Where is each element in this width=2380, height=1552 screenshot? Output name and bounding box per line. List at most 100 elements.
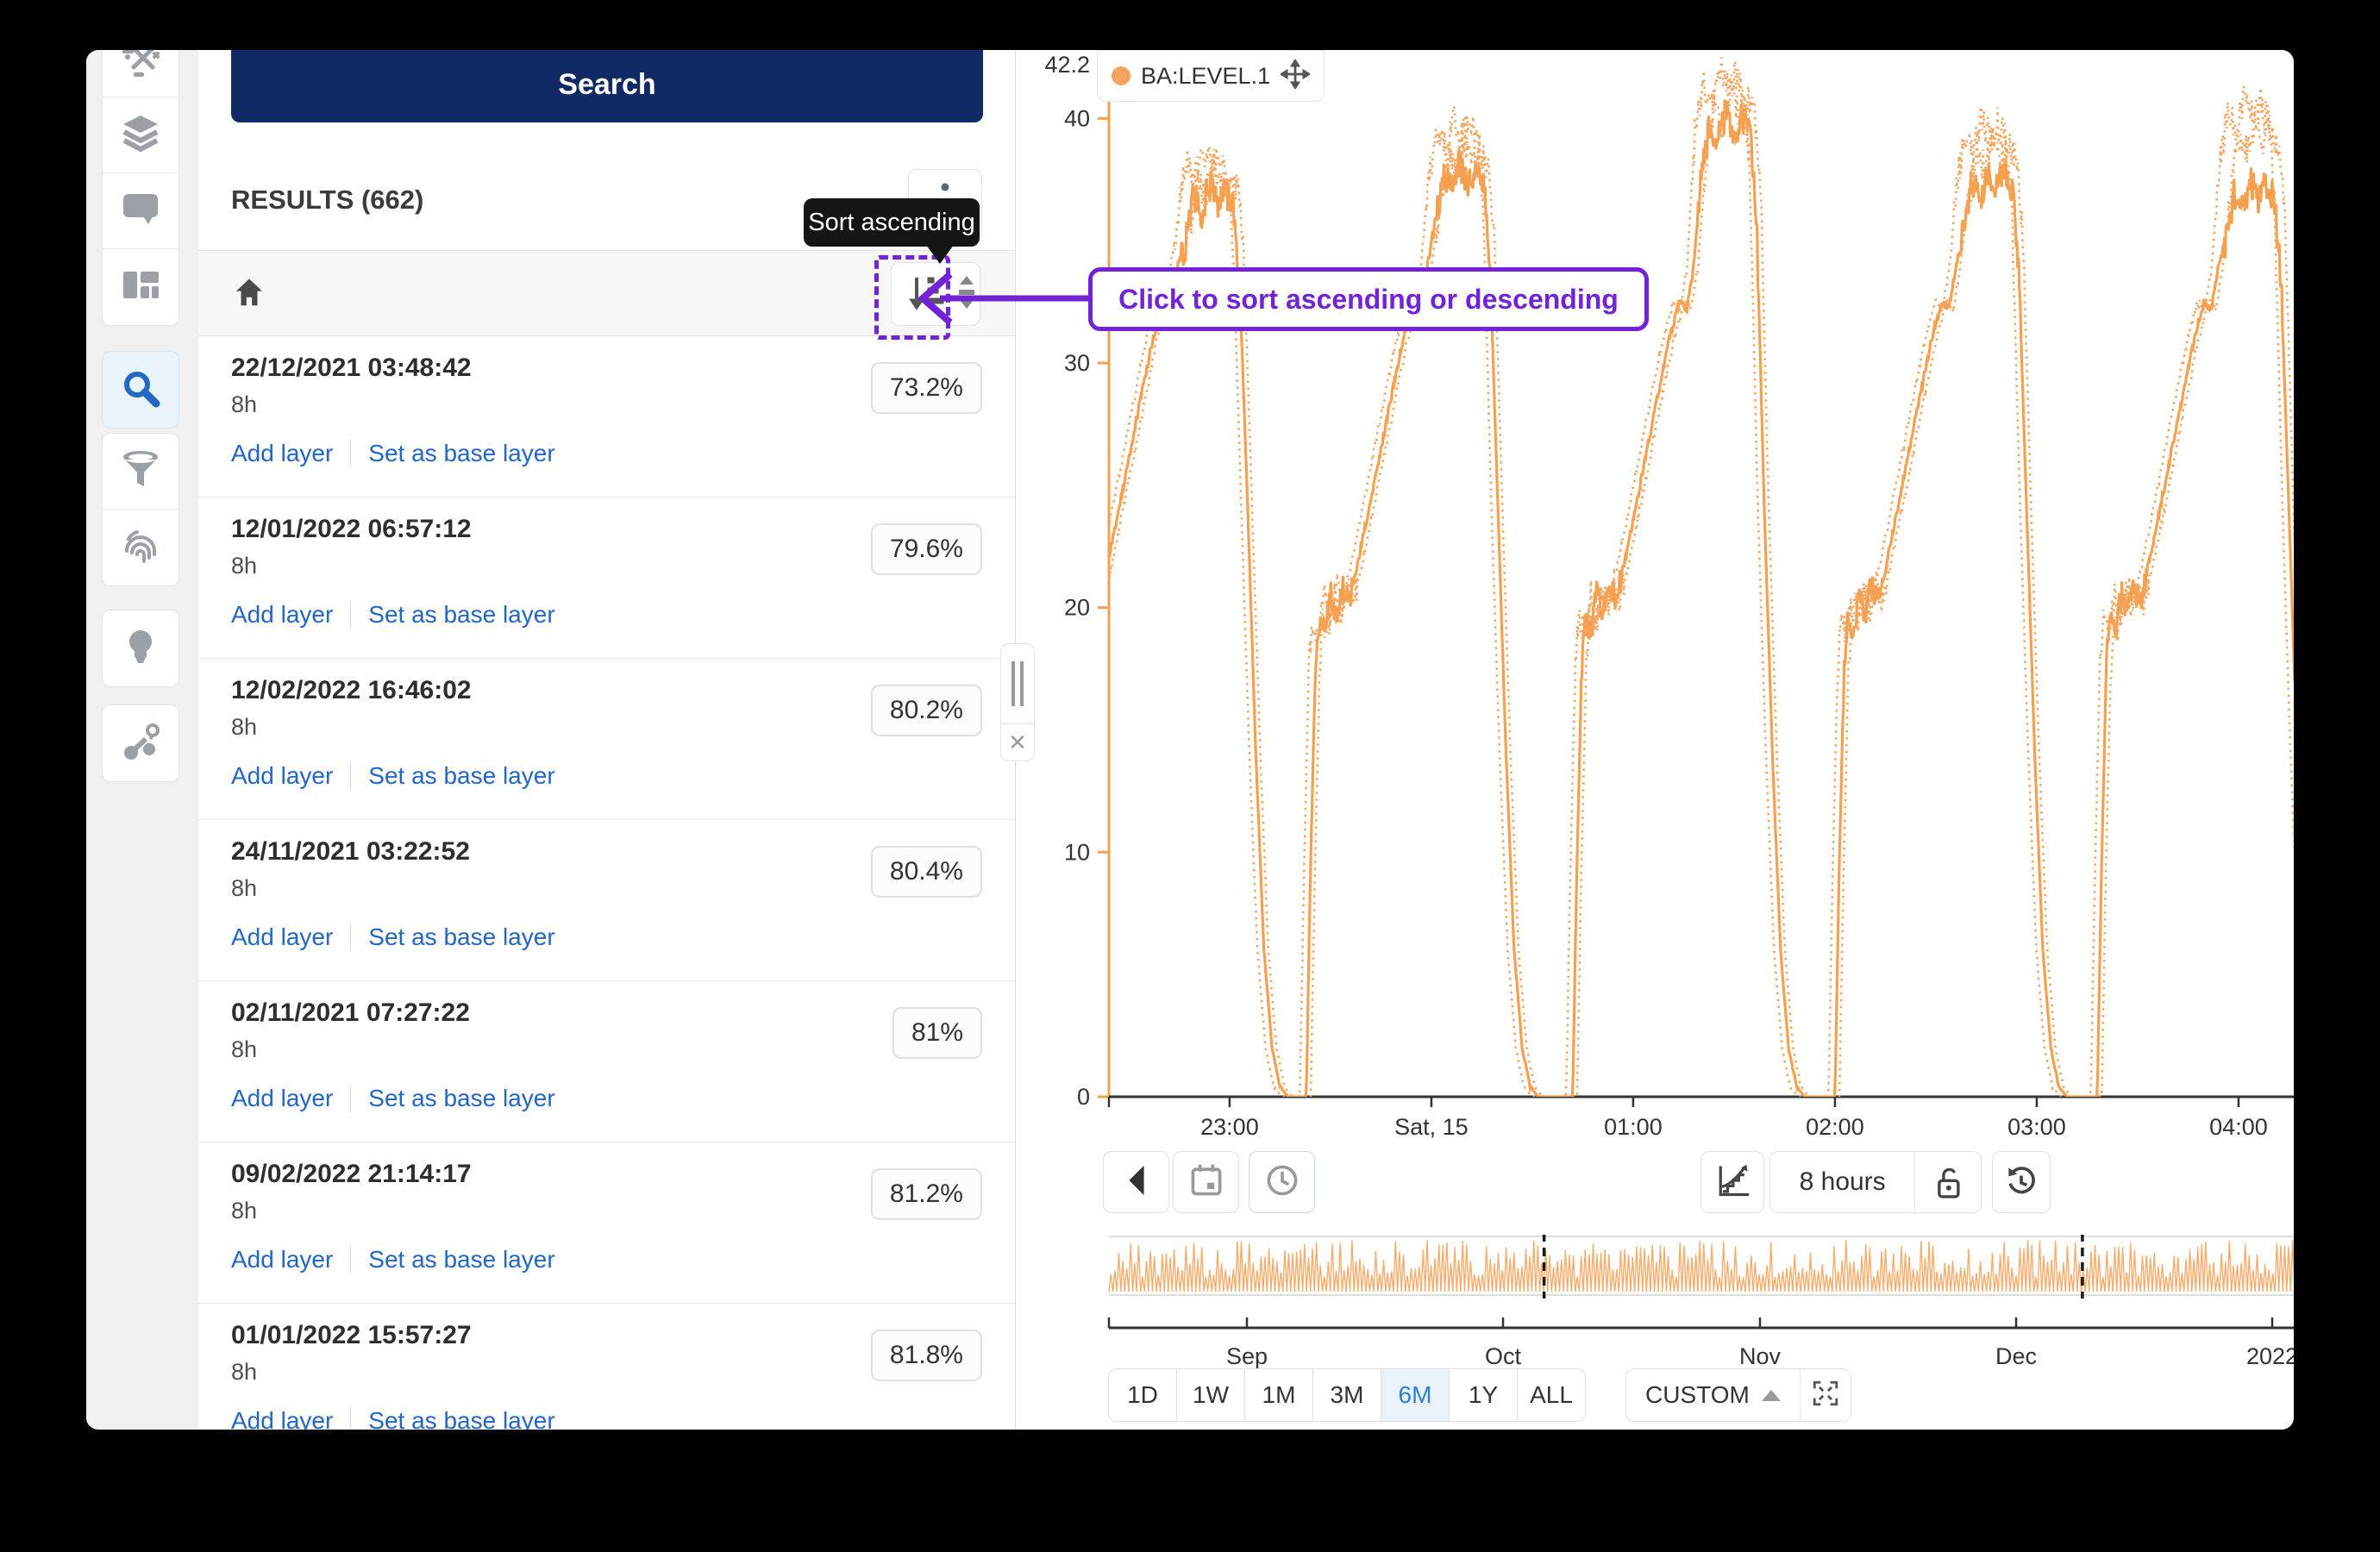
series-name: BA:LEVEL.1: [1141, 63, 1270, 90]
result-date: 12/02/2022 16:46:02: [231, 676, 472, 705]
chevron-left-icon: [1118, 1161, 1156, 1204]
custom-range-button[interactable]: CUSTOM: [1626, 1369, 1800, 1421]
search-icon: [120, 367, 161, 413]
chart-legend[interactable]: BA:LEVEL.1: [1097, 50, 1325, 102]
layers-icon: [120, 112, 161, 158]
y-axis-label: 40: [1064, 105, 1090, 131]
clock-icon: [1263, 1161, 1301, 1204]
result-date: 02/11/2021 07:27:22: [231, 998, 470, 1028]
x-axis-label: 04:00: [2209, 1114, 2268, 1140]
set-base-layer-link[interactable]: Set as base layer: [368, 601, 554, 629]
range-button-1m[interactable]: 1M: [1244, 1368, 1313, 1422]
result-duration: 8h: [231, 1036, 257, 1063]
timeline-label: 2022: [2246, 1343, 2294, 1369]
comment-icon: [120, 188, 161, 234]
sidebar-item-comments[interactable]: [103, 173, 178, 249]
add-layer-link[interactable]: Add layer: [231, 762, 333, 790]
result-duration: 8h: [231, 1198, 257, 1224]
set-base-layer-link[interactable]: Set as base layer: [368, 923, 554, 951]
link-divider: [350, 440, 351, 467]
interval-button[interactable]: 8 hours: [1769, 1151, 1982, 1213]
dashboard-icon: [120, 265, 161, 310]
collapse-left-button[interactable]: [1103, 1151, 1169, 1213]
results-list: 22/12/2021 03:48:42 8h Add layer Set as …: [198, 336, 1015, 1430]
range-button-all[interactable]: ALL: [1517, 1368, 1586, 1422]
timeline-label: Oct: [1485, 1343, 1522, 1369]
add-layer-link[interactable]: Add layer: [231, 440, 333, 467]
timeline-label: Dec: [1995, 1343, 2037, 1369]
set-base-layer-link[interactable]: Set as base layer: [368, 1407, 554, 1430]
score-badge: 80.2%: [871, 685, 982, 736]
range-button-3m[interactable]: 3M: [1312, 1368, 1381, 1422]
sidebar-item-filter[interactable]: [103, 434, 178, 510]
add-layer-link[interactable]: Add layer: [231, 601, 333, 629]
link-divider: [350, 1246, 351, 1274]
divider-close-button[interactable]: ✕: [1001, 724, 1034, 760]
x-axis-label: 01:00: [1604, 1114, 1663, 1140]
add-layer-link[interactable]: Add layer: [231, 923, 333, 951]
result-row: 01/01/2022 15:57:27 8h Add layer Set as …: [198, 1304, 1015, 1430]
time-picker-button[interactable]: [1249, 1151, 1315, 1213]
navigator-series: [1109, 1240, 2294, 1292]
divider-drag-handle[interactable]: [1001, 644, 1034, 724]
result-duration: 8h: [231, 1359, 257, 1386]
series-dotted: [1109, 81, 2294, 1097]
expand-button[interactable]: [1800, 1369, 1851, 1421]
move-icon[interactable]: [1281, 59, 1310, 93]
main-chart[interactable]: 01020304042.223:00Sat, 1501:0002:0003:00…: [1017, 50, 2294, 1145]
results-header: RESULTS (662): [231, 185, 423, 216]
expand-icon: [1811, 1379, 1840, 1412]
x-axis-label: 02:00: [1806, 1114, 1864, 1140]
date-picker-button[interactable]: [1173, 1151, 1239, 1213]
range-button-6m[interactable]: 6M: [1381, 1368, 1450, 1422]
set-base-layer-link[interactable]: Set as base layer: [368, 1246, 554, 1274]
sidebar-item-formula[interactable]: [103, 50, 178, 97]
step-chart-icon: [1713, 1161, 1751, 1204]
close-icon: ✕: [1008, 729, 1027, 756]
set-base-layer-link[interactable]: Set as base layer: [368, 440, 554, 467]
score-badge: 80.4%: [871, 846, 982, 898]
result-row: 12/02/2022 16:46:02 8h Add layer Set as …: [198, 659, 1015, 820]
lock-icon[interactable]: [1914, 1152, 1981, 1212]
sidebar-item-fingerprint[interactable]: [103, 510, 178, 585]
score-badge: 81.8%: [871, 1330, 982, 1381]
chart-panel: BA:LEVEL.1 01020304042.223:00Sat, 1501:0…: [1017, 50, 2294, 1430]
custom-range-label: CUSTOM: [1645, 1381, 1750, 1409]
set-base-layer-link[interactable]: Set as base layer: [368, 762, 554, 790]
link-divider: [350, 923, 351, 951]
sidebar-item-relations[interactable]: [103, 705, 178, 781]
range-button-1d[interactable]: 1D: [1108, 1368, 1177, 1422]
y-axis-label: 20: [1064, 595, 1090, 621]
x-axis-label: 03:00: [2007, 1114, 2066, 1140]
series-dotted: [1109, 58, 2294, 1097]
link-divider: [350, 1085, 351, 1112]
search-button[interactable]: Search: [231, 50, 983, 122]
add-layer-link[interactable]: Add layer: [231, 1246, 333, 1274]
range-selector: 1D1W1M3M6M1YALL: [1108, 1368, 1586, 1422]
add-layer-link[interactable]: Add layer: [231, 1085, 333, 1112]
set-base-layer-link[interactable]: Set as base layer: [368, 1085, 554, 1112]
home-icon[interactable]: [233, 277, 266, 314]
range-button-1w[interactable]: 1W: [1176, 1368, 1245, 1422]
sidebar-item-search[interactable]: [103, 352, 178, 428]
link-divider: [350, 601, 351, 629]
range-button-1y[interactable]: 1Y: [1449, 1368, 1518, 1422]
result-date: 01/01/2022 15:57:27: [231, 1321, 472, 1350]
x-axis-label: Sat, 15: [1394, 1114, 1469, 1140]
result-date: 09/02/2022 21:14:17: [231, 1160, 472, 1189]
app-window: Search RESULTS (662): [86, 50, 2294, 1430]
sidebar-item-layers[interactable]: [103, 97, 178, 173]
history-button[interactable]: [1992, 1151, 2051, 1213]
link-divider: [350, 762, 351, 790]
panel-divider: ✕: [1000, 643, 1035, 761]
filter-icon: [120, 448, 161, 494]
sidebar-item-dashboard[interactable]: [103, 249, 178, 325]
score-badge: 73.2%: [871, 362, 982, 414]
annotation-callout: Click to sort ascending or descending: [1088, 267, 1649, 331]
add-layer-link[interactable]: Add layer: [231, 1407, 333, 1430]
chart-type-button[interactable]: [1700, 1151, 1764, 1213]
result-row: 02/11/2021 07:27:22 8h Add layer Set as …: [198, 981, 1015, 1142]
sort-tooltip: Sort ascending: [804, 198, 980, 247]
result-date: 24/11/2021 03:22:52: [231, 837, 470, 867]
sidebar-item-insights[interactable]: [103, 610, 178, 686]
